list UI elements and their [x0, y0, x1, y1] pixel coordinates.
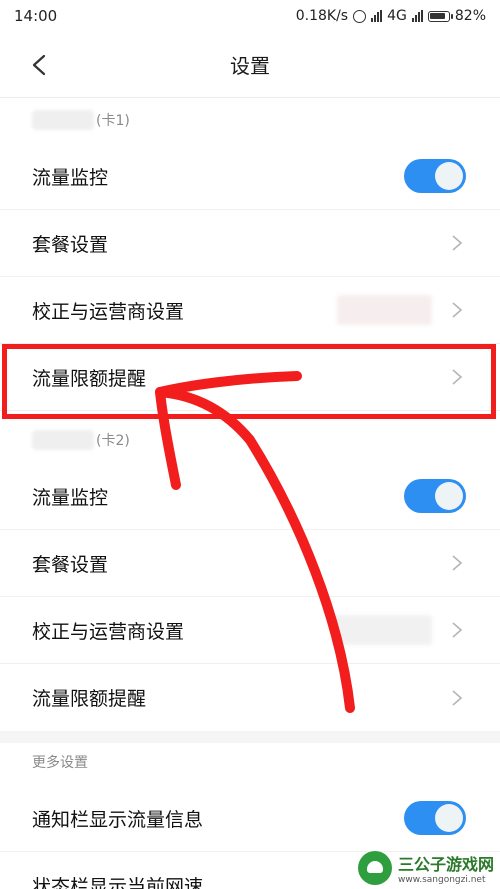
- signal-icon: [371, 10, 383, 22]
- carrier-name-redacted: [32, 430, 94, 450]
- title-bar: 设置: [0, 32, 500, 98]
- status-bar: 14:00 0.18K/s 4G 82%: [0, 0, 500, 32]
- alarm-icon: [353, 9, 367, 23]
- sim2-traffic-monitor-row[interactable]: 流量监控: [0, 463, 500, 530]
- back-arrow-icon[interactable]: [30, 54, 50, 76]
- watermark-url: www.sangongzi.net: [397, 875, 486, 885]
- row-label: 流量监控: [32, 486, 109, 509]
- toggle-knob: [435, 804, 463, 832]
- network-speed: 0.18K/s: [295, 8, 349, 24]
- battery-level: 82%: [454, 8, 486, 24]
- watermark-title: 三公子游戏网: [397, 855, 494, 874]
- section-divider: [0, 731, 500, 743]
- site-watermark: 三公子游戏网 www.sangongzi.net: [357, 851, 494, 885]
- watermark-logo-icon: [357, 851, 392, 885]
- more-settings-label: 更多设置: [32, 752, 88, 772]
- carrier-value-redacted: [332, 615, 432, 645]
- network-type: 4G: [387, 8, 407, 24]
- row-label: 流量监控: [32, 166, 109, 189]
- sim1-data-limit-alert-row[interactable]: 流量限额提醒: [0, 344, 500, 411]
- notification-traffic-info-toggle[interactable]: [404, 801, 466, 835]
- row-label: 校正与运营商设置: [32, 620, 185, 643]
- sim1-calibration-row[interactable]: 校正与运营商设置: [0, 277, 500, 344]
- sim2-plan-settings-row[interactable]: 套餐设置: [0, 530, 500, 597]
- carrier-name-redacted: [32, 110, 94, 130]
- sim1-traffic-monitor-toggle[interactable]: [404, 159, 466, 193]
- page-title: 设置: [230, 54, 270, 78]
- sim1-plan-settings-row[interactable]: 套餐设置: [0, 210, 500, 277]
- chevron-right-icon: [452, 235, 463, 251]
- sim2-traffic-monitor-toggle[interactable]: [404, 479, 466, 513]
- row-label: 通知栏显示流量信息: [32, 808, 204, 831]
- notification-traffic-info-row[interactable]: 通知栏显示流量信息: [0, 785, 500, 852]
- sim1-label-text: (卡1): [96, 113, 130, 129]
- chevron-right-icon: [452, 302, 463, 318]
- sim1-group-label: (卡1): [32, 110, 130, 130]
- more-settings-label-text: 更多设置: [32, 755, 88, 771]
- sim2-group-label: (卡2): [32, 430, 130, 450]
- sim2-calibration-row[interactable]: 校正与运营商设置: [0, 597, 500, 664]
- sim2-data-limit-alert-row[interactable]: 流量限额提醒: [0, 664, 500, 731]
- status-icons: 0.18K/s 4G 82%: [296, 8, 486, 24]
- carrier-value-redacted: [337, 295, 432, 325]
- status-time: 14:00: [14, 7, 58, 25]
- sim2-label-text: (卡2): [96, 433, 130, 449]
- sim1-traffic-monitor-row[interactable]: 流量监控: [0, 143, 500, 210]
- chevron-right-icon: [452, 369, 463, 385]
- battery-icon: [427, 10, 453, 22]
- chevron-right-icon: [452, 689, 463, 706]
- row-label: 校正与运营商设置: [32, 300, 185, 323]
- row-label: 套餐设置: [32, 553, 109, 576]
- chevron-right-icon: [452, 622, 463, 638]
- signal-icon-2: [411, 10, 423, 22]
- chevron-right-icon: [452, 555, 463, 571]
- toggle-knob: [435, 162, 463, 190]
- toggle-knob: [435, 482, 463, 510]
- row-label: 流量限额提醒: [32, 367, 147, 390]
- row-label: 流量限额提醒: [32, 688, 147, 710]
- row-label: 套餐设置: [32, 233, 109, 256]
